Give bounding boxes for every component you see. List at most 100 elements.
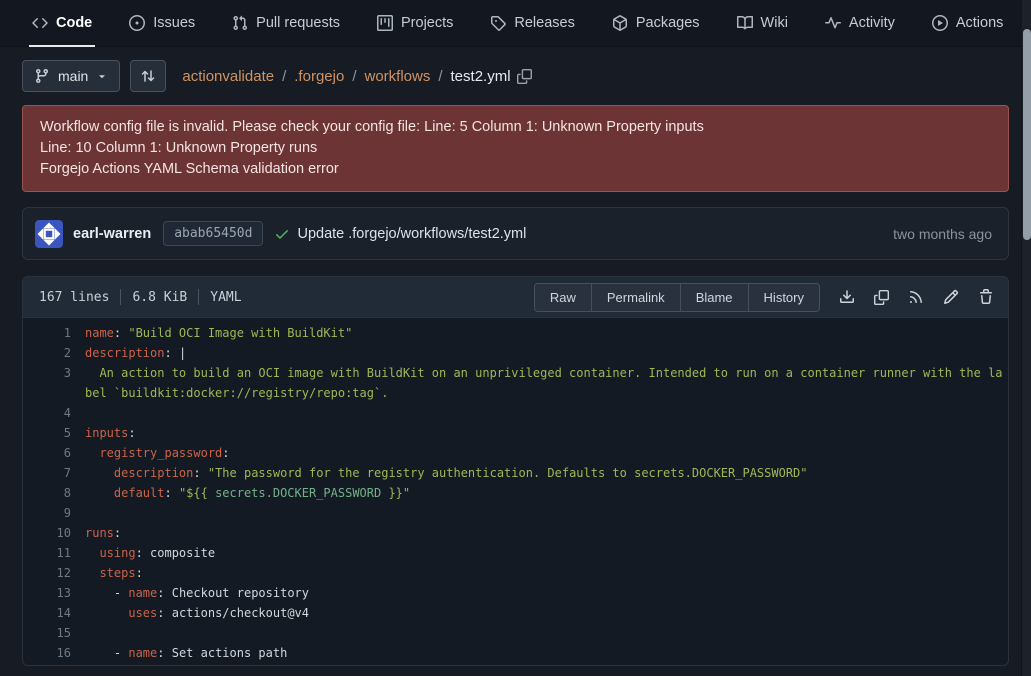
trash-button[interactable] [978,289,994,305]
breadcrumb-link[interactable]: .forgejo [294,68,344,85]
line-number[interactable]: 9 [23,503,85,523]
line-number[interactable]: 3 [23,363,85,403]
code-line: 10runs: [23,523,1008,543]
permalink-button[interactable]: Permalink [591,284,680,311]
code-token: name [128,646,157,660]
code-token: : [157,646,171,660]
breadcrumb-link[interactable]: actionvalidate [182,68,274,85]
breadcrumb-separator: / [438,68,442,85]
tab-releases[interactable]: Releases [490,0,574,47]
code-token: using [99,546,135,560]
code-line: 2description: | [23,343,1008,363]
scrollbar-thumb[interactable] [1023,29,1031,240]
commit-time: two months ago [893,226,992,242]
line-number[interactable]: 12 [23,563,85,583]
line-number[interactable]: 11 [23,543,85,563]
line-number[interactable]: 2 [23,343,85,363]
tab-actions[interactable]: Actions [932,0,1004,47]
code-text [85,403,1008,423]
breadcrumb: actionvalidate/.forgejo/workflows/test2.… [182,68,510,85]
line-number[interactable]: 16 [23,643,85,663]
code-text: inputs: [85,423,1008,443]
tab-pull-requests[interactable]: Pull requests [232,0,340,47]
branch-name: main [58,68,88,84]
code-token: secrets.DOCKER_PASSWORD [215,486,381,500]
tab-activity[interactable]: Activity [825,0,895,47]
divider [198,289,199,305]
commit-author[interactable]: earl-warren [73,226,151,242]
code-token: Checkout repository [172,586,309,600]
code-text: using: composite [85,543,1008,563]
raw-button[interactable]: Raw [535,284,591,311]
download-button[interactable] [839,289,855,305]
pencil-button[interactable] [943,289,959,305]
page-content: main actionvalidate/.forgejo/workflows/t… [0,60,1031,666]
code-token: }}" [381,486,410,500]
code-text: description: | [85,343,1008,363]
compare-button[interactable] [130,60,166,92]
code-token: "Build OCI Image with BuildKit" [128,326,352,340]
code-line: 5inputs: [23,423,1008,443]
line-number[interactable]: 13 [23,583,85,603]
code-token: composite [150,546,215,560]
tab-projects[interactable]: Projects [377,0,453,47]
code-text: - name: Set actions path [85,643,1008,663]
code-token: : [164,346,178,360]
branch-selector[interactable]: main [22,60,120,92]
page-scrollbar[interactable] [1021,0,1031,676]
copy-icon [517,69,532,84]
code-token [85,606,128,620]
line-number[interactable]: 17 [23,663,85,666]
code-token: steps [99,566,135,580]
code-text: registry_password: [85,443,1008,463]
code-line: 8 default: "${{ secrets.DOCKER_PASSWORD … [23,483,1008,503]
tab-issues[interactable]: Issues [129,0,195,47]
line-number[interactable]: 4 [23,403,85,423]
code-token: | [179,346,186,360]
blame-button[interactable]: Blame [680,284,748,311]
play-icon [932,15,948,31]
avatar[interactable] [35,220,63,248]
pencil-icon [943,289,959,305]
tab-label: Releases [514,15,574,31]
copy-path-button[interactable] [517,69,532,84]
line-number[interactable]: 1 [23,323,85,343]
tab-code[interactable]: Code [32,0,92,47]
code-line: 3 An action to build an OCI image with B… [23,363,1008,403]
code-token [85,566,99,580]
breadcrumb-link[interactable]: workflows [364,68,430,85]
code-line: 7 description: "The password for the reg… [23,463,1008,483]
tab-label: Activity [849,15,895,31]
code-token [85,486,114,500]
line-number[interactable]: 15 [23,623,85,643]
line-number[interactable]: 5 [23,423,85,443]
tag-icon [490,15,506,31]
tab-wiki[interactable]: Wiki [737,0,788,47]
error-line: Line: 10 Column 1: Unknown Property runs [40,138,991,159]
rss-button[interactable] [908,289,924,305]
history-button[interactable]: History [748,284,819,311]
line-number[interactable]: 10 [23,523,85,543]
commit-message[interactable]: Update .forgejo/workflows/test2.yml [297,226,526,242]
code-token: "The password for the registry authentic… [208,466,808,480]
tab-label: Wiki [761,15,788,31]
tab-label: Code [56,15,92,31]
tab-packages[interactable]: Packages [612,0,700,47]
code-token: - [85,646,128,660]
code-text: description: "The password for the regis… [85,463,1008,483]
line-number[interactable]: 8 [23,483,85,503]
code-token: - [85,586,128,600]
file-action-icons [839,289,994,305]
commit-status-check-icon[interactable] [274,226,290,242]
branch-bar: main actionvalidate/.forgejo/workflows/t… [22,60,1009,92]
code-token: : [114,326,128,340]
tab-label: Projects [401,15,453,31]
breadcrumb-current-file: test2.yml [451,68,511,85]
line-number[interactable]: 7 [23,463,85,483]
line-number[interactable]: 14 [23,603,85,623]
line-number[interactable]: 6 [23,443,85,463]
code-view: 1name: "Build OCI Image with BuildKit"2d… [23,318,1008,666]
copy-button[interactable] [874,290,889,305]
commit-sha-button[interactable]: abab65450d [163,221,263,246]
breadcrumb-separator: / [282,68,286,85]
